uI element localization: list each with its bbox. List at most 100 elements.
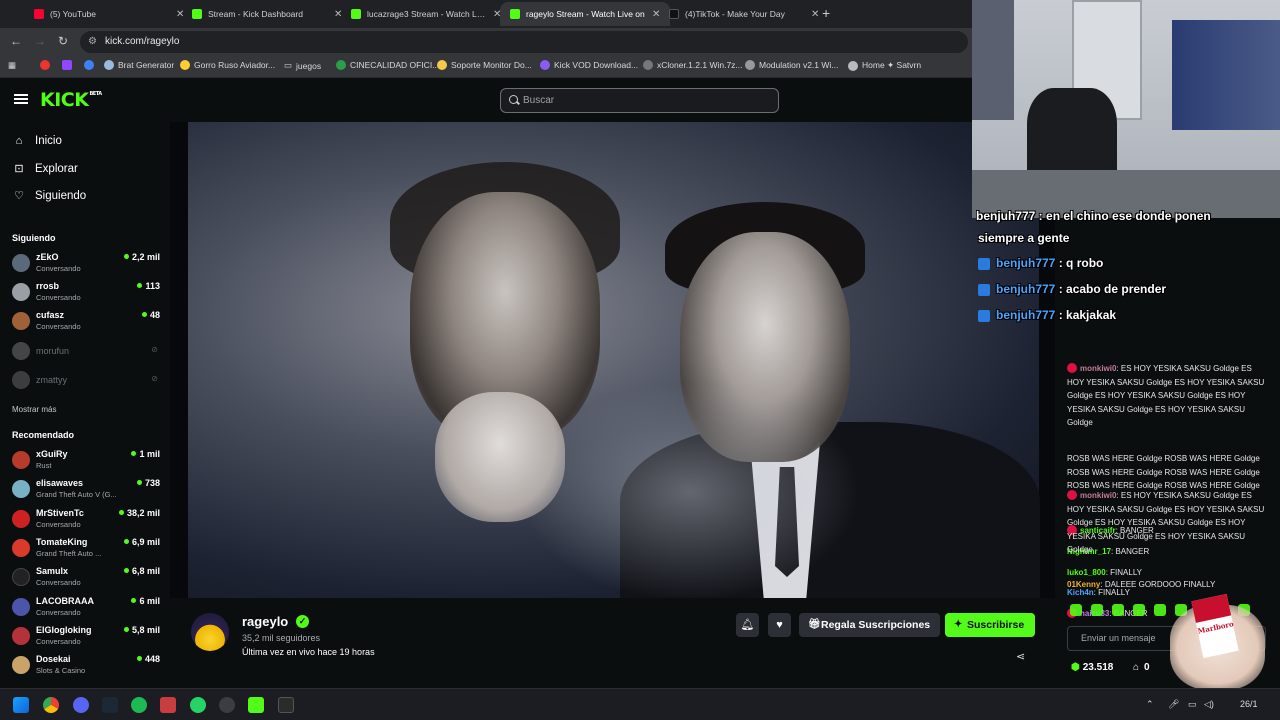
chat-username[interactable]: 01Kenny (1067, 580, 1100, 589)
shop-icon: ⌂ (1133, 662, 1140, 673)
follow-heart-button[interactable]: ♥ (768, 613, 791, 637)
new-tab-button[interactable]: + (822, 5, 830, 21)
channel-name: elisawaves (36, 478, 84, 488)
bookmark-xcloner[interactable]: xCloner.1.2.1 Win.7z... (643, 60, 743, 70)
gift-subs-button[interactable]: 🎁︎ Regala Suscripciones (799, 613, 940, 637)
video-player[interactable] (170, 122, 1055, 598)
site-info-icon[interactable]: ⚙ (88, 31, 97, 53)
windows-start-icon[interactable] (13, 697, 29, 713)
epic-games-icon[interactable] (278, 697, 294, 713)
sidebar-channel[interactable]: cufasz Conversando 48 (12, 310, 160, 336)
nav-siguiendo[interactable]: ♡ Siguiendo (12, 189, 86, 203)
bookmark-soporte[interactable]: Soporte Monitor Do... (437, 60, 532, 70)
microphone-icon[interactable]: 🎤︎ (1168, 699, 1179, 710)
viewer-count: 113 (137, 281, 160, 291)
emote-icon[interactable] (1070, 604, 1082, 616)
subscribe-button[interactable]: ✦ Suscribirse (945, 613, 1035, 637)
channel-avatar[interactable] (191, 613, 229, 651)
volume-icon[interactable]: ◁) (1204, 699, 1214, 710)
sidebar-channel-offline[interactable]: zmattyy ⊘ (12, 369, 160, 395)
spotify-icon[interactable] (131, 697, 147, 713)
tab-kick-dashboard[interactable]: Stream - Kick Dashboard ✕ (182, 2, 352, 26)
hamburger-menu-icon[interactable] (14, 94, 28, 104)
avatar (12, 598, 30, 616)
home-icon: ⌂ (15, 135, 23, 147)
whatsapp-icon[interactable] (190, 697, 206, 713)
chat-username[interactable]: luko1_800 (1067, 568, 1106, 577)
bookmark-icon[interactable] (84, 60, 98, 70)
share-icon[interactable]: ⋖ (1016, 650, 1025, 663)
reload-icon[interactable]: ↻ (58, 34, 68, 48)
sidebar-channel[interactable]: zEkO Conversando 2,2 mil (12, 252, 160, 278)
forward-icon[interactable]: → (34, 34, 46, 48)
bookmark-kick-vod[interactable]: Kick VOD Download... (540, 60, 638, 70)
section-following-title: Siguiendo (12, 233, 56, 243)
bookmark-label: Brat Generator (118, 60, 175, 70)
tab-lucazrage3[interactable]: lucazrage3 Stream - Watch Live ✕ (341, 2, 511, 26)
channel-points[interactable]: ⬢ 23.518 (1071, 662, 1113, 673)
shop-counter[interactable]: ⌂ 0 (1133, 662, 1150, 673)
avatar (12, 656, 30, 674)
sidebar-channel[interactable]: TomateKing Grand Theft Auto ... 6,9 mil (12, 537, 160, 563)
tab-tiktok[interactable]: (4)TikTok - Make Your Day ✕ (659, 2, 829, 26)
chat-username[interactable]: monkiwi0 (1080, 364, 1116, 373)
notification-bell-button[interactable]: 🔔︎ (736, 613, 759, 637)
kick-logo[interactable]: KICKBETA (40, 89, 102, 111)
emote-icon[interactable] (1112, 604, 1124, 616)
bookmark-modulation[interactable]: Modulation v2.1 Wi... (745, 60, 838, 70)
gmail-icon[interactable] (40, 60, 54, 70)
sidebar-channel[interactable]: Samulx Conversando 6,8 mil (12, 566, 160, 592)
close-icon[interactable]: ✕ (811, 9, 819, 20)
sidebar-channel[interactable]: rrosb Conversando 113 (12, 281, 160, 307)
network-icon[interactable]: ▭ (1188, 699, 1197, 710)
sidebar-channel[interactable]: ElGlogloking Conversando 5,8 mil (12, 625, 160, 651)
last-live-status: Última vez en vivo hace 19 horas (242, 647, 375, 657)
channel-category: Conversando (36, 520, 81, 529)
kick-icon[interactable] (248, 697, 264, 713)
search-input[interactable]: Buscar (500, 88, 779, 113)
tab-youtube[interactable]: (5) YouTube ✕ (24, 2, 194, 26)
avatar (12, 568, 30, 586)
app-icon[interactable] (160, 697, 176, 713)
chrome-icon[interactable] (43, 697, 59, 713)
nav-explorar[interactable]: ⊡ Explorar (12, 162, 77, 176)
apps-icon[interactable]: ▦ (8, 60, 16, 71)
nav-label: Inicio (35, 135, 62, 147)
search-icon (509, 95, 518, 104)
sidebar-channel[interactable]: elisawaves Grand Theft Auto V (G... 738 (12, 478, 160, 504)
chat-text: ROSB WAS HERE Goldge ROSB WAS HERE Goldg… (1067, 454, 1260, 490)
nav-inicio[interactable]: ⌂ Inicio (12, 135, 62, 147)
bookmark-satvrn[interactable]: Home ✦ Satvrn (848, 60, 921, 71)
sidebar-channel[interactable]: MrStivenTc Conversando 38,2 mil (12, 508, 160, 534)
chat-username[interactable]: monkiwi0 (1080, 491, 1116, 500)
sidebar-channel[interactable]: Dosekai Slots & Casino 448 (12, 654, 160, 680)
sidebar-channel-offline[interactable]: morufun ⊘ (12, 340, 160, 366)
viewer-count: 2,2 mil (124, 252, 160, 262)
tab-rageylo[interactable]: rageylo Stream - Watch Live on ✕ (500, 2, 671, 26)
bookmark-cinecalidad[interactable]: CINECALIDAD OFICI... (336, 60, 439, 70)
channel-name: Dosekai (36, 654, 71, 664)
sidebar-channel[interactable]: xGuiRy Rust 1 mil (12, 449, 160, 475)
bookmark-gorro[interactable]: Gorro Ruso Aviador... (180, 60, 275, 70)
channel-category: Grand Theft Auto ... (36, 549, 102, 558)
chevron-up-icon[interactable]: ⌃ (1146, 699, 1154, 710)
emote-icon[interactable] (1091, 604, 1103, 616)
twitch-icon[interactable] (62, 60, 76, 70)
bookmark-brat-generator[interactable]: Brat Generator (104, 60, 174, 70)
show-more-link[interactable]: Mostrar más (12, 405, 56, 414)
emote-icon[interactable] (1154, 604, 1166, 616)
emote-icon[interactable] (1133, 604, 1145, 616)
clock-date[interactable]: 26/1 (1240, 699, 1258, 709)
overlay-text: : q robo (1058, 256, 1104, 270)
discord-icon[interactable] (73, 697, 89, 713)
obs-icon[interactable] (219, 697, 235, 713)
video-shadow-left (170, 122, 188, 598)
channel-name: MrStivenTc (36, 508, 84, 518)
bookmark-juegos[interactable]: ▭ juegos (284, 60, 321, 71)
sidebar-channel[interactable]: LACOBRAAA Conversando 6 mil (12, 596, 160, 622)
url-field[interactable]: ⚙ kick.com/rageylo (80, 31, 968, 53)
back-icon[interactable]: ← (10, 34, 22, 48)
avatar (12, 451, 30, 469)
steam-icon[interactable] (102, 697, 118, 713)
channel-name-title[interactable]: rageylo (242, 614, 288, 629)
